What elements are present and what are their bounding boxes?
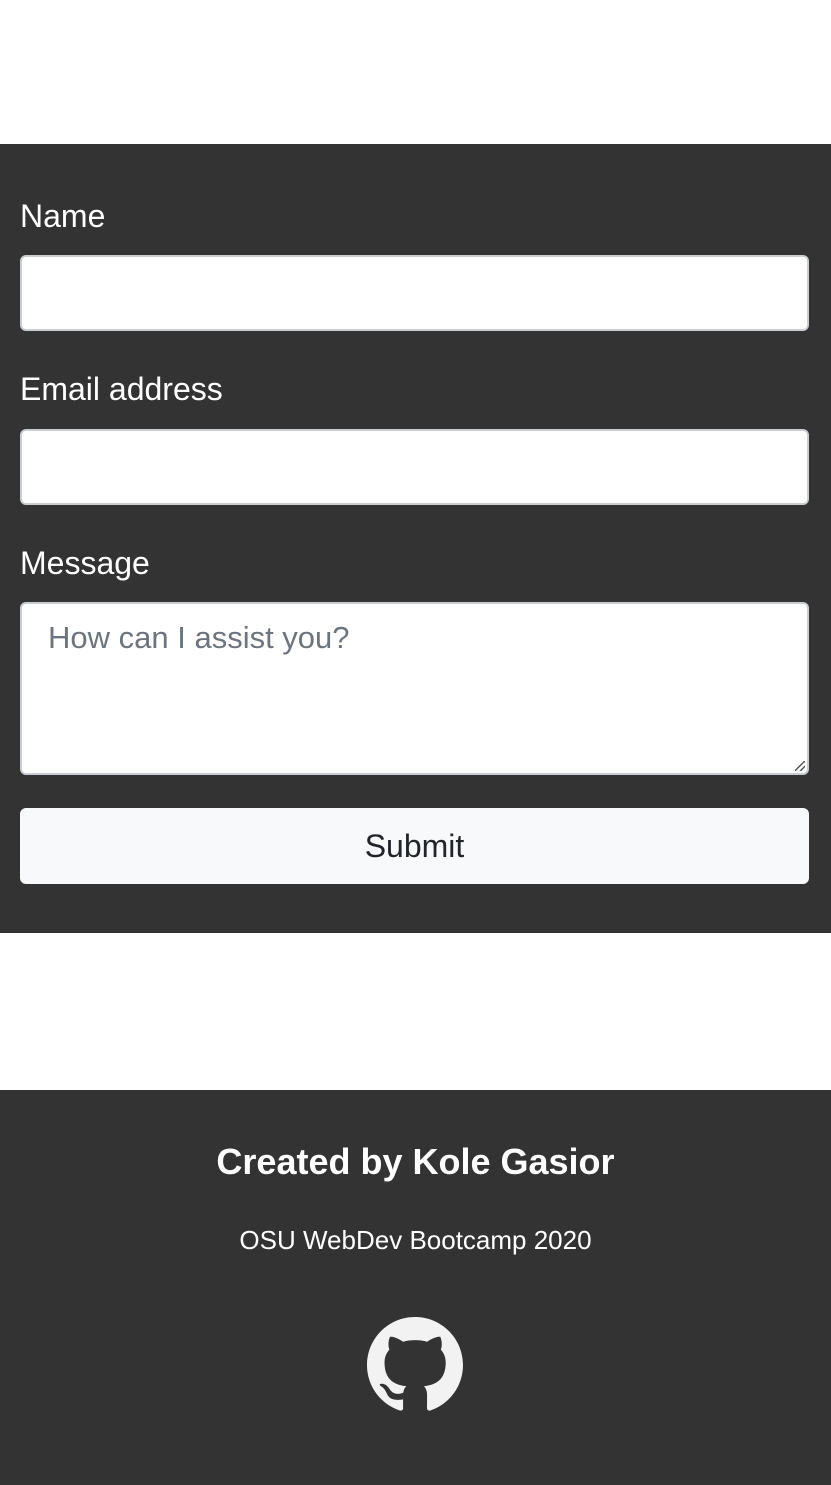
resize-grip-icon[interactable] bbox=[795, 761, 805, 771]
footer-subtitle: OSU WebDev Bootcamp 2020 bbox=[239, 1225, 592, 1255]
middle-spacer bbox=[0, 933, 831, 1090]
message-field-container bbox=[20, 602, 809, 775]
name-input[interactable] bbox=[22, 257, 807, 329]
name-field-container bbox=[20, 255, 809, 331]
message-label: Message bbox=[20, 545, 150, 581]
message-textarea[interactable] bbox=[22, 604, 807, 773]
email-field-container bbox=[20, 429, 809, 505]
top-spacer bbox=[0, 0, 831, 144]
contact-form: Name Email address Message Submit bbox=[0, 144, 831, 933]
github-link[interactable] bbox=[367, 1317, 463, 1413]
footer-title: Created by Kole Gasior bbox=[216, 1141, 615, 1182]
name-label: Name bbox=[20, 198, 106, 234]
email-input[interactable] bbox=[22, 431, 807, 503]
footer: Created by Kole Gasior OSU WebDev Bootca… bbox=[0, 1090, 831, 1485]
email-label: Email address bbox=[20, 371, 223, 407]
submit-button[interactable]: Submit bbox=[20, 808, 809, 884]
github-icon bbox=[367, 1317, 463, 1411]
